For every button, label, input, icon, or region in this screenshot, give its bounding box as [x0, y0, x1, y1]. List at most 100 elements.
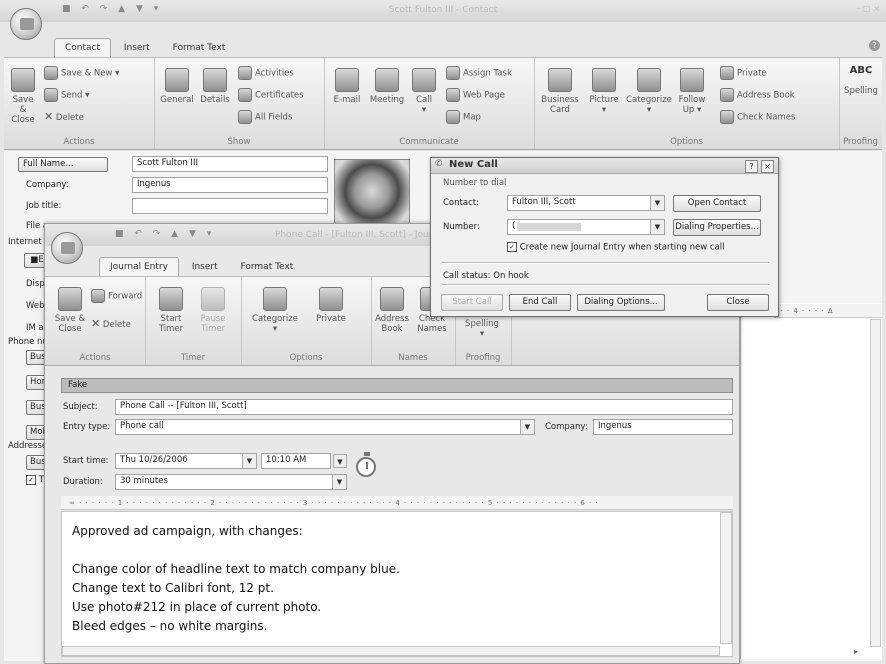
- dialog-close-icon[interactable]: ×: [761, 160, 774, 173]
- save-new-button[interactable]: Save & New ▾: [44, 66, 119, 80]
- full-name-field[interactable]: Scott Fulton III: [132, 156, 328, 172]
- dialing-properties-button[interactable]: Dialing Properties...: [673, 219, 761, 236]
- tab-contact[interactable]: Contact: [54, 38, 112, 57]
- new-call-dialog: ✆ New Call ? × Number to dial Contact: F…: [430, 157, 779, 317]
- help-icon[interactable]: ?: [869, 40, 880, 51]
- follow-up-button[interactable]: Follow Up ▾: [674, 68, 710, 115]
- number-dropdown-icon[interactable]: ▼: [650, 220, 664, 234]
- tab-journal-entry[interactable]: Journal Entry: [99, 257, 179, 276]
- journal-company-field[interactable]: Ingenus: [593, 419, 733, 435]
- contact-notes-scrollbar[interactable]: [870, 319, 881, 647]
- tab-journal-format-text[interactable]: Format Text: [231, 258, 304, 276]
- phone-icon: ✆: [435, 159, 443, 169]
- web-page-button[interactable]: Web Page: [446, 88, 505, 102]
- contact-notes-pane[interactable]: [740, 303, 882, 659]
- journal-address-book-button[interactable]: Address Book: [373, 287, 411, 334]
- send-button[interactable]: Send ▾: [44, 88, 89, 102]
- categorize-button[interactable]: Categorize ▾: [626, 68, 672, 115]
- spelling-icon: ABC: [849, 65, 873, 76]
- email-button[interactable]: E-mail: [330, 68, 364, 105]
- tab-insert[interactable]: Insert: [114, 39, 160, 57]
- create-journal-checkbox[interactable]: ✓ Create new Journal Entry when starting…: [507, 242, 725, 253]
- details-button[interactable]: Details: [198, 68, 232, 105]
- notes-line: Approved ad campaign, with changes:: [72, 524, 303, 538]
- forward-button[interactable]: Forward: [91, 289, 142, 303]
- delete-button[interactable]: ✕ Delete: [44, 110, 84, 123]
- notes-horizontal-scrollbar[interactable]: [62, 646, 720, 656]
- assign-task-button[interactable]: Assign Task: [446, 66, 512, 80]
- duration-dropdown-icon[interactable]: ▼: [332, 475, 346, 489]
- checkbox-icon: ✓: [507, 242, 517, 252]
- journal-save-close-button[interactable]: Save & Close: [53, 287, 87, 334]
- meeting-button[interactable]: Meeting: [368, 68, 406, 105]
- dialog-help-icon[interactable]: ?: [745, 160, 758, 173]
- tab-journal-insert[interactable]: Insert: [182, 258, 228, 276]
- end-call-button[interactable]: End Call: [509, 294, 571, 311]
- forward-icon: [91, 289, 105, 303]
- categorize-icon: [637, 68, 661, 92]
- certificates-button[interactable]: Certificates: [238, 88, 304, 102]
- journal-tab-row: Journal Entry Insert Format Text: [99, 257, 303, 276]
- addresses-label: Addresse: [8, 441, 48, 451]
- address-book-button[interactable]: Address Book: [720, 88, 795, 102]
- job-title-field[interactable]: [132, 198, 328, 214]
- save-new-icon: [44, 66, 58, 80]
- dialing-options-button[interactable]: Dialing Options...: [577, 294, 665, 311]
- category-label: Fake: [68, 380, 88, 390]
- company-field[interactable]: Ingenus: [132, 177, 328, 193]
- journal-delete-button[interactable]: ✕ Delete: [91, 317, 131, 330]
- journal-categorize-button[interactable]: Categorize ▾: [247, 287, 303, 334]
- close-button[interactable]: Close: [707, 294, 769, 311]
- contact-dropdown-icon[interactable]: ▼: [650, 196, 664, 210]
- start-date-dropdown-icon[interactable]: ▼: [242, 454, 256, 468]
- send-icon: [44, 88, 58, 102]
- delete-icon: ✕: [91, 317, 101, 330]
- entry-type-select[interactable]: Phone call: [115, 419, 535, 435]
- pause-timer-button[interactable]: Pause Timer: [193, 287, 233, 334]
- check-names-button[interactable]: Check Names: [720, 110, 795, 124]
- internet-label: Internet: [8, 237, 42, 247]
- start-date-field[interactable]: Thu 10/26/2006: [115, 453, 257, 469]
- business-card-button[interactable]: Business Card: [538, 68, 582, 115]
- entry-type-label: Entry type:: [63, 422, 111, 432]
- open-contact-button[interactable]: Open Contact: [673, 195, 761, 212]
- entry-type-dropdown-icon[interactable]: ▼: [520, 420, 534, 434]
- start-time-dropdown-icon[interactable]: ▼: [333, 454, 347, 468]
- notes-line: Bleed edges – no white margins.: [72, 619, 268, 633]
- window-controls[interactable]: – □ ×: [857, 4, 880, 13]
- all-fields-button[interactable]: All Fields: [238, 110, 292, 124]
- picture-button[interactable]: Picture ▾: [586, 68, 622, 115]
- stopwatch-icon: [356, 452, 376, 477]
- journal-group-actions: Save & Close Forward ✕ Delete Actions: [45, 277, 146, 365]
- start-timer-button[interactable]: Start Timer: [151, 287, 191, 334]
- lock-icon: [319, 287, 343, 311]
- start-call-button[interactable]: Start Call: [441, 294, 503, 311]
- private-button[interactable]: Private: [720, 66, 767, 80]
- call-button[interactable]: Call ▾: [410, 68, 438, 115]
- notes-line: Change text to Calibri font, 12 pt.: [72, 581, 274, 595]
- office-button[interactable]: [10, 8, 42, 40]
- journal-quick-access-toolbar[interactable]: ■ ↶ ↷ ▲ ▼ ▾: [115, 229, 215, 239]
- checkbox-icon: ✓: [26, 475, 36, 485]
- full-name-button[interactable]: Full Name...: [18, 157, 108, 172]
- spelling-button[interactable]: ABC Spelling: [841, 65, 881, 97]
- journal-office-button[interactable]: [51, 232, 83, 264]
- picture-icon: [592, 68, 616, 92]
- journal-spelling-button[interactable]: Spelling ▾: [459, 319, 505, 339]
- map-button[interactable]: Map: [446, 110, 481, 124]
- subject-field[interactable]: Phone Call -- [Fulton III, Scott]: [115, 399, 733, 415]
- journal-private-button[interactable]: Private: [311, 287, 351, 324]
- number-to-dial-label: Number to dial: [443, 178, 507, 188]
- activities-button[interactable]: Activities: [238, 66, 294, 80]
- quick-access-toolbar[interactable]: ■ ↶ ↷ ▲ ▼ ▾: [62, 4, 162, 14]
- contact-notes-scroll-down[interactable]: ▸: [854, 647, 858, 656]
- general-button[interactable]: General: [160, 68, 194, 105]
- duration-select[interactable]: 30 minutes: [115, 474, 347, 490]
- save-close-button[interactable]: Save & Close: [8, 68, 38, 125]
- notes-vertical-scrollbar[interactable]: [720, 512, 732, 644]
- tab-format-text[interactable]: Format Text: [163, 39, 236, 57]
- start-timer-icon: [159, 287, 183, 311]
- notes-editor[interactable]: Approved ad campaign, with changes: Chan…: [61, 511, 733, 657]
- contact-select[interactable]: Fulton III, Scott: [507, 195, 665, 211]
- start-time-field[interactable]: 10:10 AM: [261, 453, 331, 469]
